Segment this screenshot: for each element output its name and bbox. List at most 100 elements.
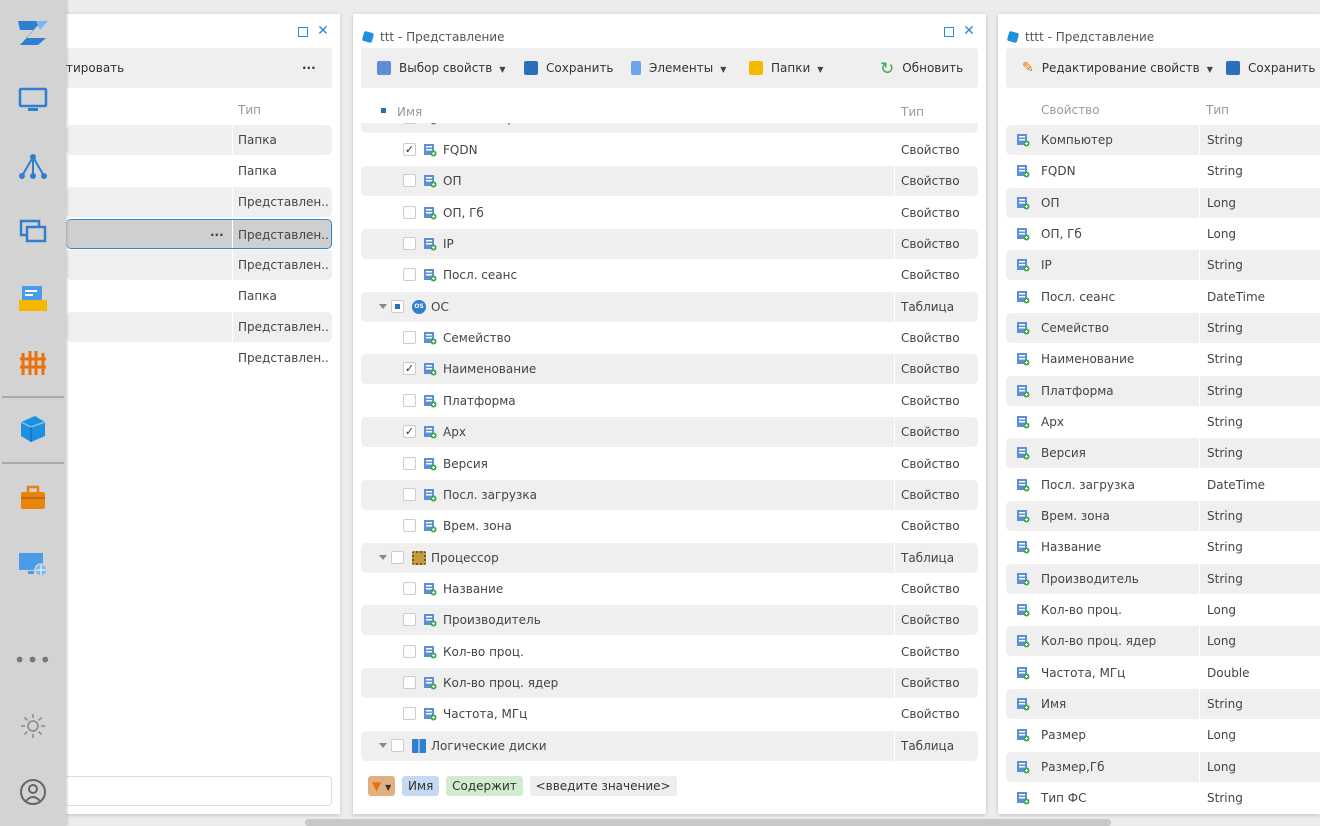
table-row[interactable]: ✓ FQDN Свойство [361,135,978,165]
table-row[interactable]: ✓ Компьютер Свойство [361,123,978,133]
row-checkbox[interactable] [403,581,416,595]
table-row[interactable]: Название Свойство [361,573,978,604]
close-icon[interactable]: ✕ [962,24,976,38]
inbox-icon[interactable] [10,275,56,321]
network-icon[interactable] [10,143,56,189]
expand-arrow-icon[interactable] [379,742,387,748]
more-icon[interactable]: ••• [10,637,56,683]
filter-field-chip[interactable]: Имя [402,776,440,796]
monitor-icon[interactable] [10,77,56,123]
table-row[interactable]: Версия String [1006,438,1320,469]
table-row[interactable]: ОП Свойство [361,166,978,197]
row-checkbox[interactable]: ✓ [403,143,416,156]
table-row[interactable]: Представлен... [66,187,332,218]
row-checkbox[interactable] [403,519,416,533]
row-checkbox[interactable] [403,487,416,501]
row-checkbox[interactable] [403,707,416,721]
close-icon[interactable]: ✕ [316,24,330,38]
group-row[interactable]: Процессор Таблица [361,542,978,573]
group-row[interactable]: Логические диски Таблица [361,730,978,761]
row-checkbox[interactable]: ✓ [403,362,416,376]
table-row[interactable]: Посл. сеанс DateTime [1006,281,1320,312]
filter-value-input[interactable]: <введите значение> [529,776,677,796]
filter-operator-chip[interactable]: Содержит [446,776,523,796]
table-row[interactable]: Платформа String [1006,375,1320,406]
table-row[interactable]: Производитель Свойство [361,605,978,636]
table-row[interactable]: Папка [66,125,332,155]
edit-button[interactable]: тировать [66,48,124,88]
table-row[interactable]: Тип ФС String [1006,782,1320,813]
row-checkbox[interactable] [403,644,416,658]
filter-toggle[interactable]: ▼ ▼ [368,776,396,796]
row-checkbox[interactable] [391,550,404,564]
refresh-button[interactable]: ↻ Обновить [880,48,963,88]
row-checkbox[interactable]: ✓ [403,425,416,439]
row-checkbox[interactable] [403,393,416,407]
table-row[interactable]: Платформа Свойство [361,385,978,416]
row-checkbox[interactable] [403,613,416,627]
table-row[interactable]: ОП Long [1006,187,1320,218]
table-row[interactable]: Производитель String [1006,563,1320,594]
table-row[interactable]: Посл. загрузка DateTime [1006,469,1320,500]
table-row[interactable]: IP Свойство [361,229,978,260]
table-row[interactable]: Частота, МГц Свойство [361,699,978,730]
row-checkbox[interactable] [391,738,404,752]
row-more-button[interactable]: ··· [210,220,224,250]
windows-icon[interactable] [10,208,56,254]
row-checkbox[interactable] [403,205,416,219]
table-row[interactable]: ✓ Арх Свойство [361,417,978,448]
table-row[interactable]: Размер Long [1006,720,1320,751]
more-button[interactable]: ··· [302,48,316,88]
table-row[interactable]: Врем. зона String [1006,500,1320,531]
group-row[interactable]: OS ОС Таблица [361,291,978,322]
row-checkbox[interactable]: ✓ [403,123,416,124]
table-row[interactable]: Врем. зона Свойство [361,511,978,542]
table-row[interactable]: FQDN String [1006,156,1320,187]
user-icon[interactable] [10,769,56,815]
table-row[interactable]: Папка [66,281,332,311]
table-row[interactable]: Представлен... [66,312,332,343]
select-all-checkbox[interactable] [378,105,391,118]
expand-arrow-icon[interactable] [379,303,387,309]
table-row[interactable]: Кол-во проц. ядер Свойство [361,667,978,698]
table-row[interactable]: Размер,Гб Long [1006,751,1320,782]
firewall-icon[interactable] [10,340,56,386]
table-row[interactable]: Семейство Свойство [361,323,978,354]
horizontal-scrollbar[interactable] [305,819,1111,826]
toolbox-icon[interactable] [10,474,56,520]
save-button[interactable]: Сохранить [1226,48,1316,88]
logo-icon[interactable] [10,10,56,56]
select-properties-button[interactable]: Выбор свойств ▼ [377,48,506,88]
table-row[interactable]: Представлен... [66,249,332,280]
row-checkbox[interactable] [403,331,416,345]
maximize-icon[interactable] [944,27,954,37]
row-checkbox[interactable] [403,237,416,251]
table-row[interactable]: Посл. загрузка Свойство [361,479,978,510]
row-checkbox[interactable] [403,174,416,188]
table-row[interactable]: ОП, Гб Long [1006,218,1320,249]
cube-icon[interactable] [10,406,56,452]
table-row[interactable]: ОП, Гб Свойство [361,197,978,228]
row-checkbox[interactable] [403,268,416,282]
table-row[interactable]: ✓ Наименование Свойство [361,354,978,385]
remote-desktop-icon[interactable] [10,541,56,587]
table-row[interactable]: Имя String [1006,688,1320,719]
table-row[interactable]: Кол-во проц. Long [1006,594,1320,625]
table-row[interactable]: IP String [1006,250,1320,281]
table-row[interactable]: Папка [66,156,332,187]
table-row[interactable]: Название String [1006,532,1320,563]
table-row[interactable]: Семейство String [1006,312,1320,343]
folders-button[interactable]: Папки ▼ [749,48,823,88]
table-row[interactable]: Частота, МГц Double [1006,657,1320,688]
table-row[interactable]: ··· Представлен... [66,218,332,250]
row-checkbox[interactable] [391,299,404,313]
table-row[interactable]: Компьютер String [1006,125,1320,155]
expand-arrow-icon[interactable] [379,554,387,560]
table-row[interactable]: Представлен... [66,343,332,374]
table-row[interactable]: Наименование String [1006,344,1320,375]
row-checkbox[interactable] [403,456,416,470]
row-checkbox[interactable] [403,675,416,689]
save-button[interactable]: Сохранить [524,48,614,88]
elements-button[interactable]: Элементы ▼ [631,48,726,88]
edit-properties-button[interactable]: ✎ Редактирование свойств ▼ [1022,48,1213,88]
